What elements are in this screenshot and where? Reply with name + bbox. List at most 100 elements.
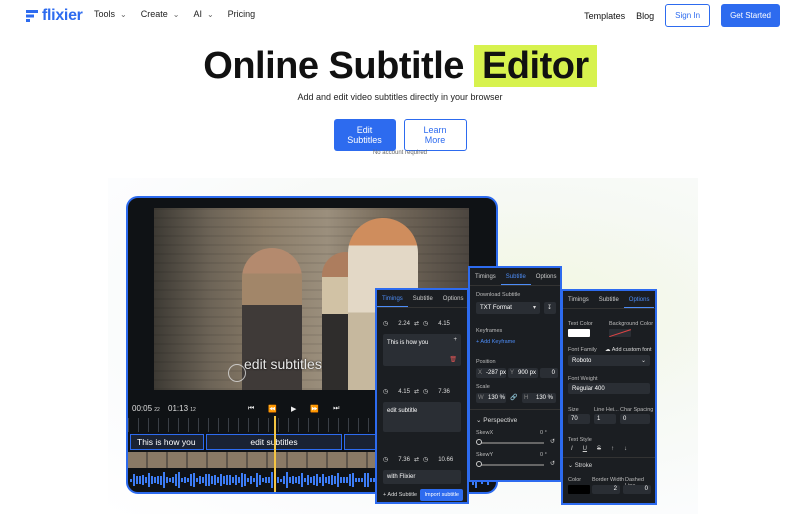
blog-link[interactable]: Blog [636, 11, 654, 21]
add-subtitle-button[interactable]: + Add Subtitle [383, 492, 417, 498]
skewy-slider-track [478, 464, 544, 466]
play-icon[interactable]: ▶ [291, 405, 296, 413]
w-value: 130 % [488, 395, 506, 401]
skewx-slider-handle[interactable] [476, 439, 482, 445]
menu-label: Create [140, 9, 168, 19]
tab-options[interactable]: Options [531, 268, 562, 285]
get-started-button[interactable]: Get Started [721, 4, 780, 27]
dashed-line-input[interactable]: 0 [623, 485, 651, 494]
cta-group: Edit Subtitles Learn More [0, 119, 800, 151]
text-color-swatch[interactable] [568, 329, 590, 337]
waveform-bar [256, 472, 258, 488]
size-value: 70 [571, 416, 578, 422]
no-account-note: No account required [372, 150, 428, 156]
underline-icon[interactable]: U [583, 446, 587, 452]
rewind-icon[interactable]: ⏪ [268, 405, 277, 413]
delete-icon[interactable]: 🗑 [449, 356, 457, 363]
background-color-swatch[interactable] [609, 329, 631, 337]
waveform-bar [229, 474, 231, 486]
rotation-input[interactable]: 0 [540, 368, 558, 378]
plus-icon[interactable]: + [453, 337, 457, 343]
tab-options[interactable]: Options [623, 291, 655, 308]
nav-right: Templates Blog Sign In Get Started [584, 4, 780, 27]
stroke-section[interactable]: ⌄ Stroke [568, 462, 592, 469]
waveform-bar [226, 474, 228, 486]
skewy-slider-handle[interactable] [476, 461, 482, 467]
edit-subtitles-button[interactable]: Edit Subtitles [333, 119, 396, 151]
title-text: Online Subtitle [203, 45, 464, 87]
waveform-bar [355, 477, 357, 483]
flixier-logo[interactable]: flixier [26, 7, 83, 25]
add-custom-font-button[interactable]: ☁ Add custom font [605, 347, 651, 353]
swap-icon: ⇄ [413, 457, 419, 463]
tab-options[interactable]: Options [438, 290, 469, 307]
skip-start-icon[interactable]: ⏮ [248, 405, 254, 413]
reset-icon[interactable]: ↺ [550, 460, 555, 467]
char-spacing-input[interactable]: 0 [620, 414, 650, 424]
line-height-input[interactable]: 1 [594, 414, 616, 424]
link-icon[interactable]: 🔗 [510, 394, 517, 401]
stroke-color-swatch[interactable] [568, 485, 590, 494]
subtitle-segment[interactable]: This is how you [130, 434, 204, 450]
import-subtitle-button[interactable]: Import subtitle [420, 489, 463, 501]
timeline-playhead[interactable] [274, 416, 276, 492]
scale-h-input[interactable]: H 130 % [522, 393, 556, 403]
strikethrough-icon[interactable]: S [597, 446, 601, 452]
total-time-value: 01:13 [168, 404, 189, 413]
learn-more-button[interactable]: Learn More [403, 119, 467, 151]
tab-timings[interactable]: Timings [377, 290, 408, 307]
sign-in-button[interactable]: Sign In [665, 4, 711, 27]
tab-timings[interactable]: Timings [470, 268, 501, 285]
waveform-bar [154, 477, 156, 483]
font-weight-select[interactable]: Regular 400 [568, 383, 650, 394]
waveform-bar [199, 476, 201, 484]
menu-pricing[interactable]: Pricing [228, 9, 256, 19]
subtitle-text: edit subtitle [387, 408, 418, 414]
size-input[interactable]: 70 [568, 414, 590, 424]
lowercase-icon[interactable]: ↓ [624, 446, 627, 452]
current-time-frames: 22 [154, 407, 160, 413]
tab-subtitle[interactable]: Subtitle [500, 268, 531, 285]
clock-icon: ◷ [383, 321, 389, 327]
menu-tools[interactable]: Tools ⌄ [94, 9, 127, 19]
menu-create[interactable]: Create ⌄ [141, 9, 180, 19]
end-time[interactable]: 4.15 [438, 321, 450, 327]
reset-icon[interactable]: ↺ [550, 438, 555, 445]
download-button[interactable]: ↧ [544, 302, 556, 314]
waveform-bar [223, 475, 225, 485]
italic-icon[interactable]: I [571, 446, 573, 452]
font-select[interactable]: Roboto ⌄ [568, 355, 650, 366]
tab-timings[interactable]: Timings [563, 291, 594, 308]
templates-link[interactable]: Templates [584, 11, 625, 21]
waveform-bar [325, 476, 327, 484]
skip-end-icon[interactable]: ⏭ [333, 405, 339, 413]
subtitle-text-box[interactable]: with Flixier [383, 470, 461, 484]
waveform-bar [151, 476, 153, 484]
subtitle-text-box[interactable]: edit subtitle [383, 402, 461, 432]
start-time[interactable]: 4.15 [398, 389, 410, 395]
scale-w-input[interactable]: W 130 % [476, 393, 506, 403]
end-time[interactable]: 7.36 [438, 389, 450, 395]
border-width-label: Border Width [592, 477, 625, 483]
uppercase-icon[interactable]: ↑ [611, 446, 614, 452]
tab-subtitle[interactable]: Subtitle [408, 290, 438, 307]
position-y-input[interactable]: Y 900 px [508, 368, 538, 378]
start-time[interactable]: 7.36 [398, 457, 410, 463]
subtitle-text-box[interactable]: This is how you + 🗑 [383, 334, 461, 366]
waveform-bar [241, 473, 243, 487]
format-value: TXT Format [480, 305, 512, 311]
end-time[interactable]: 10.66 [438, 457, 453, 463]
fast-forward-icon[interactable]: ⏩ [310, 405, 319, 413]
format-select[interactable]: TXT Format ▾ [476, 302, 540, 314]
position-x-input[interactable]: X -287 px [476, 368, 506, 378]
perspective-section[interactable]: ⌄ Perspective [476, 416, 517, 424]
tab-subtitle[interactable]: Subtitle [594, 291, 624, 308]
waveform-bar [271, 472, 273, 488]
menu-ai[interactable]: AI ⌄ [193, 9, 213, 19]
waveform-bar [352, 472, 354, 488]
timing-row: ◷ 7.36 ⇄ ◷ 10.66 [383, 456, 453, 464]
none-slash [609, 329, 631, 337]
start-time[interactable]: 2.24 [398, 321, 410, 327]
add-keyframe-link[interactable]: + Add Keyframe [476, 339, 515, 345]
border-width-input[interactable]: 2 [592, 485, 620, 494]
